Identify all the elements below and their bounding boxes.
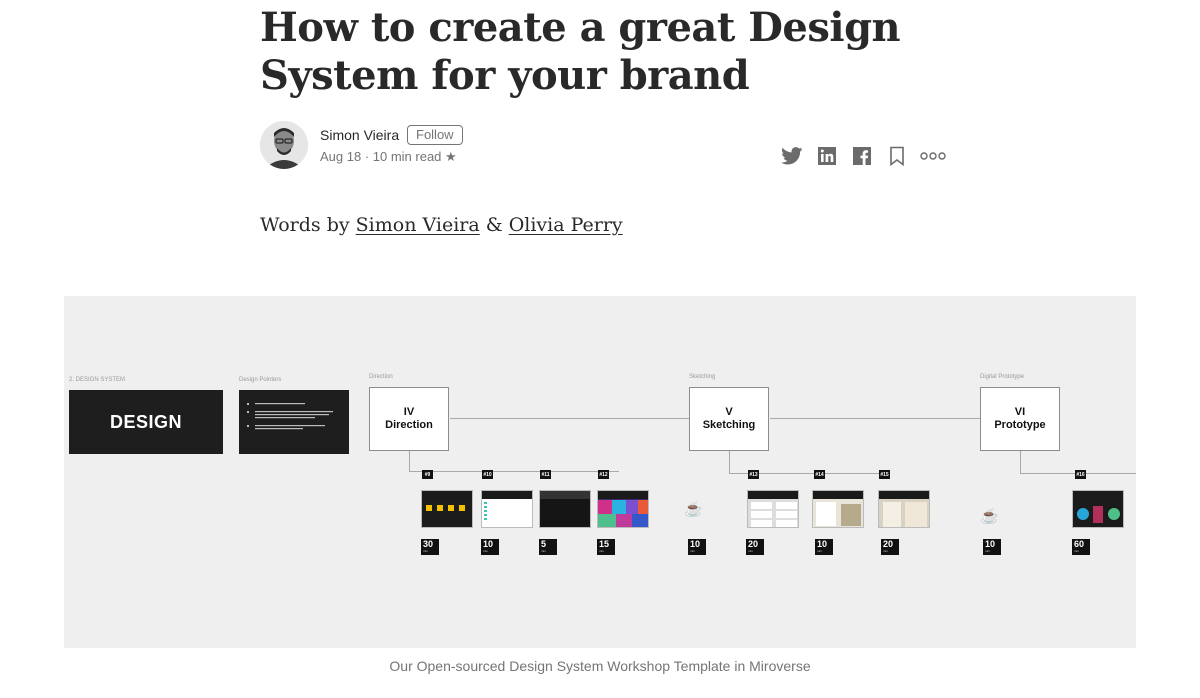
phase-name: Prototype [994, 419, 1046, 431]
connector-line [729, 451, 730, 473]
duration-value: 30 [423, 539, 434, 549]
step-duration: 30 min [421, 539, 439, 555]
duration-unit: min [483, 549, 488, 553]
author-avatar[interactable] [260, 121, 308, 169]
duration-value: 20 [883, 539, 894, 549]
duration-unit: min [883, 549, 888, 553]
step-thumbnail [878, 490, 930, 528]
byline-amp: & [479, 214, 509, 236]
connector-line [770, 418, 980, 419]
design-card: DESIGN [69, 390, 223, 454]
phase-label-direction: Direction [369, 374, 393, 380]
step-duration: 15 min [597, 539, 615, 555]
board-section-label: 2. DESIGN SYSTEM [69, 377, 126, 383]
step-duration: 10 min [815, 539, 833, 555]
duration-unit: min [541, 549, 546, 553]
step-number: #13 [748, 470, 759, 479]
article-title: How to create a great Design System for … [260, 4, 901, 99]
break-duration: 10 min [983, 539, 1001, 555]
share-actions [769, 145, 946, 167]
more-icon[interactable] [920, 145, 946, 167]
duration-unit: min [817, 549, 822, 553]
step-number: #10 [482, 470, 493, 479]
duration-value: 60 [1074, 539, 1085, 549]
step-thumbnail [812, 490, 864, 528]
duration-unit: min [748, 549, 753, 553]
author-link-olivia[interactable]: Olivia Perry [509, 214, 623, 236]
duration-value: 5 [541, 539, 547, 549]
coffee-icon: ☕ [980, 508, 999, 525]
follow-button[interactable]: Follow [407, 125, 463, 145]
duration-value: 10 [817, 539, 828, 549]
figure-caption: Our Open-sourced Design System Workshop … [389, 658, 811, 674]
phase-numeral: V [725, 406, 733, 418]
phase-label-sketching: Sketching [689, 374, 716, 380]
phase-box-prototype: VI Prototype [980, 387, 1060, 451]
connector-line [409, 471, 619, 472]
connector-line [1020, 451, 1021, 473]
step-duration: 5 min [539, 539, 557, 555]
phase-box-sketching: V Sketching [689, 387, 769, 451]
step-thumbnail [1072, 490, 1124, 528]
duration-value: 15 [599, 539, 610, 549]
post-meta: Aug 18 · 10 min read ★ [320, 149, 457, 164]
duration-unit: min [1074, 549, 1079, 553]
step-thumbnail [597, 490, 649, 528]
pointers-card [239, 390, 349, 454]
author-link-simon[interactable]: Simon Vieira [356, 214, 480, 236]
step-duration: 20 min [881, 539, 899, 555]
pointers-text-lines [247, 403, 333, 430]
phase-name: Sketching [702, 419, 756, 431]
byline-prefix: Words by [260, 214, 356, 236]
figure-image[interactable]: 2. DESIGN SYSTEM DESIGN Design Pointers … [64, 296, 1136, 648]
bookmark-icon[interactable] [885, 145, 909, 167]
phase-label-prototype: Digital Prototype [980, 374, 1025, 380]
step-number: #14 [814, 470, 825, 479]
duration-unit: min [985, 549, 990, 553]
linkedin-icon[interactable] [815, 145, 839, 167]
step-duration: 20 min [746, 539, 764, 555]
step-duration: 60 min [1072, 539, 1090, 555]
phase-box-direction: IV Direction [369, 387, 449, 451]
step-thumbnail [421, 490, 473, 528]
phase-numeral: IV [403, 406, 415, 418]
pointers-label: Design Pointers [239, 377, 282, 383]
duration-value: 10 [483, 539, 494, 549]
step-number: #11 [540, 470, 551, 479]
step-number: #15 [879, 470, 890, 479]
step-thumbnail [481, 490, 533, 528]
duration-unit: min [423, 549, 428, 553]
step-thumbnail [747, 490, 799, 528]
phase-name: Direction [385, 419, 433, 431]
step-number: #12 [598, 470, 609, 479]
step-number: #16 [1075, 470, 1086, 479]
coffee-icon: ☕ [684, 501, 703, 518]
avatar-image [260, 121, 308, 169]
byline: Words by Simon Vieira & Olivia Perry [260, 214, 623, 236]
connector-line [450, 418, 689, 419]
author-name[interactable]: Simon Vieira [320, 127, 399, 143]
phase-numeral: VI [1014, 406, 1026, 418]
facebook-icon[interactable] [850, 145, 874, 167]
step-thumbnail [539, 490, 591, 528]
duration-value: 10 [690, 539, 701, 549]
twitter-icon[interactable] [780, 145, 804, 167]
author-row: Simon Vieira Follow Aug 18 · 10 min read… [260, 121, 950, 171]
duration-value: 20 [748, 539, 759, 549]
duration-unit: min [599, 549, 604, 553]
connector-line [409, 451, 410, 471]
duration-value: 10 [985, 539, 996, 549]
break-duration: 10 min [688, 539, 706, 555]
step-number: #9 [422, 470, 433, 479]
duration-unit: min [690, 549, 695, 553]
step-duration: 10 min [481, 539, 499, 555]
